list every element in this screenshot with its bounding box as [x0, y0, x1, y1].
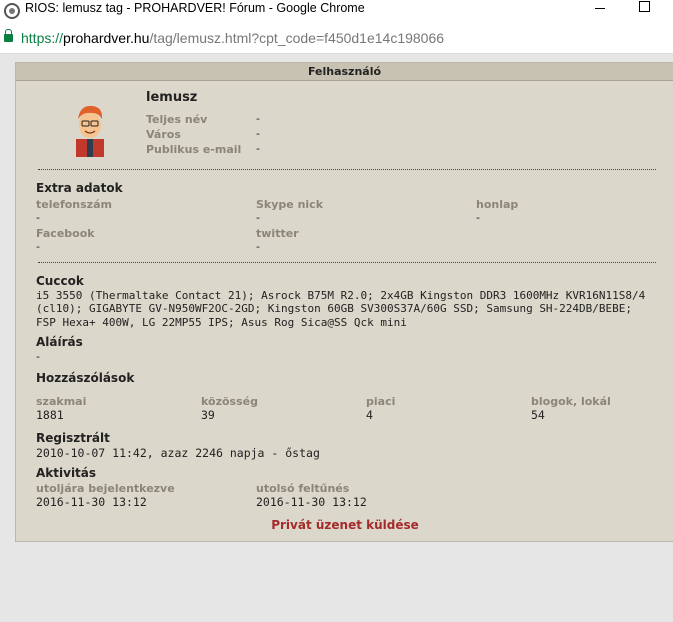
posts-market-value: 4	[366, 408, 373, 422]
url-host: prohardver.hu	[63, 30, 150, 46]
last-login-label: utoljára bejelentkezve	[36, 482, 175, 495]
address-bar[interactable]: https://prohardver.hu/tag/lemusz.html?cp…	[0, 24, 673, 54]
minimize-button[interactable]	[577, 0, 623, 20]
city-label: Város	[146, 128, 181, 141]
signature-title: Aláírás	[36, 335, 83, 349]
facebook-label: Facebook	[36, 227, 95, 240]
posts-professional-value: 1881	[36, 408, 64, 422]
facebook-value: -	[36, 240, 40, 253]
public-email-label: Publikus e-mail	[146, 143, 242, 156]
divider	[38, 262, 656, 263]
last-login-value: 2016-11-30 13:12	[36, 495, 147, 509]
public-email-value: -	[256, 142, 260, 155]
posts-title: Hozzászólások	[36, 371, 135, 385]
chrome-app-icon	[4, 3, 20, 19]
url-path: /tag/lemusz.html?cpt_code=f450d1e14c1980…	[149, 30, 445, 46]
signature-value: -	[36, 350, 40, 363]
skype-value: -	[256, 211, 260, 224]
twitter-value: -	[256, 240, 260, 253]
last-seen-value: 2016-11-30 13:12	[256, 495, 367, 509]
posts-professional-label: szakmai	[36, 395, 87, 408]
full-name-label: Teljes név	[146, 113, 208, 126]
posts-market-label: piaci	[366, 395, 396, 408]
window-title: RIOS: lemusz tag - PROHARDVER! Fórum - G…	[25, 1, 365, 15]
profile-username: lemusz	[146, 90, 198, 105]
homepage-value: -	[476, 211, 480, 224]
twitter-label: twitter	[256, 227, 299, 240]
activity-title: Aktivitás	[36, 466, 97, 480]
last-seen-label: utolsó feltűnés	[256, 482, 350, 495]
gear-section-title: Cuccok	[36, 274, 84, 288]
phone-value: -	[36, 211, 40, 224]
posts-community-label: közösség	[201, 395, 258, 408]
registered-value: 2010-10-07 11:42, azaz 2246 napja - ősta…	[36, 446, 320, 460]
user-profile-panel: Felhasználó lemusz Teljes név - Város - …	[15, 62, 673, 542]
avatar	[76, 105, 104, 157]
skype-label: Skype nick	[256, 198, 324, 211]
posts-community-value: 39	[201, 408, 215, 422]
window-titlebar: RIOS: lemusz tag - PROHARDVER! Fórum - G…	[0, 0, 673, 24]
url-text[interactable]: https://prohardver.hu/tag/lemusz.html?cp…	[21, 29, 444, 47]
avatar-tie	[87, 139, 93, 157]
gear-list-text: i5 3550 (Thermaltake Contact 21); Asrock…	[36, 289, 646, 329]
divider	[38, 169, 656, 170]
posts-blogs-value: 54	[531, 408, 545, 422]
posts-blogs-label: blogok, lokál	[531, 395, 611, 408]
registered-title: Regisztrált	[36, 431, 110, 445]
extra-data-title: Extra adatok	[36, 181, 123, 195]
city-value: -	[256, 127, 260, 140]
lock-icon	[4, 29, 13, 42]
phone-label: telefonszám	[36, 198, 112, 211]
send-private-message-link[interactable]: Privát üzenet küldése	[16, 518, 673, 532]
full-name-value: -	[256, 112, 260, 125]
maximize-button[interactable]	[622, 0, 668, 20]
panel-header: Felhasználó	[16, 63, 673, 81]
url-scheme: https://	[21, 30, 64, 46]
homepage-label: honlap	[476, 198, 519, 211]
